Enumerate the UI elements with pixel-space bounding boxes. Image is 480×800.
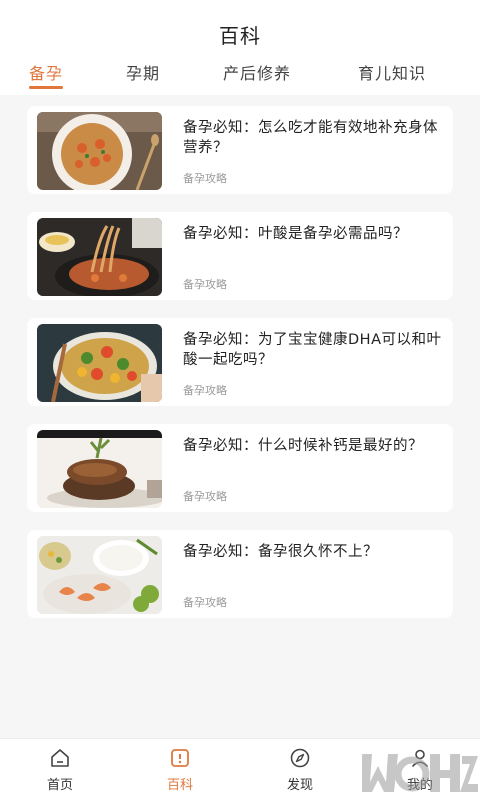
header: 百科 备孕 孕期 产后修养 育儿知识 (0, 0, 480, 95)
nav-home[interactable]: 首页 (20, 747, 100, 793)
tab-parenting[interactable]: 育儿知识 (358, 60, 426, 84)
nav-label: 首页 (46, 778, 73, 793)
article-tag: 备孕攻略 (183, 278, 227, 291)
nav-label: 百科 (166, 778, 193, 793)
nav-encyclopedia[interactable]: 百科 (140, 747, 220, 793)
watermark-logo (362, 754, 478, 792)
nav-discover[interactable]: 发现 (260, 747, 340, 793)
article-tag: 备孕攻略 (183, 490, 227, 503)
article-thumbnail-shrimp-rice (37, 536, 162, 614)
article-list: 备孕必知：怎么吃才能有效地补充身体营养？ 备孕攻略 备孕必知：叶酸是备孕必需品吗… (27, 106, 453, 636)
tab-postpartum[interactable]: 产后修养 (223, 60, 291, 84)
article-card[interactable]: 备孕必知：什么时候补钙是最好的？ 备孕攻略 (27, 424, 453, 512)
tab-label: 孕期 (126, 64, 161, 83)
home-icon (51, 749, 69, 767)
article-card[interactable]: 备孕必知：为了宝宝健康DHA可以和叶酸一起吃吗？ 备孕攻略 (27, 318, 453, 406)
article-card[interactable]: 备孕必知：怎么吃才能有效地补充身体营养？ 备孕攻略 (27, 106, 453, 194)
article-tag: 备孕攻略 (183, 596, 227, 609)
tab-pregnancy[interactable]: 孕期 (126, 60, 160, 84)
article-thumbnail-noodles (37, 218, 162, 296)
book-icon (171, 749, 189, 767)
article-tag: 备孕攻略 (183, 172, 227, 185)
page-title: 百科 (219, 24, 261, 48)
tab-label: 产后修养 (223, 64, 292, 83)
tab-label: 备孕 (29, 64, 64, 83)
nav-label: 发现 (286, 778, 313, 793)
article-title: 备孕必知：备孕很久怀不上？ (183, 544, 378, 560)
article-thumbnail-vegetable-salad (37, 324, 162, 402)
article-title: 备孕必知：什么时候补钙是最好的？ (183, 438, 423, 454)
app: 百科 备孕 孕期 产后修养 育儿知识 备孕必知：怎么吃才能有效地补充身体营养？ … (0, 0, 480, 800)
compass-icon (290, 748, 310, 768)
tab-bar: 备孕 孕期 产后修养 育儿知识 (0, 60, 480, 94)
article-tag: 备孕攻略 (183, 384, 227, 397)
article-card[interactable]: 备孕必知：叶酸是备孕必需品吗？ 备孕攻略 (27, 212, 453, 300)
article-title: 备孕必知：叶酸是备孕必需品吗？ (183, 226, 408, 242)
article-card[interactable]: 备孕必知：备孕很久怀不上？ 备孕攻略 (27, 530, 453, 618)
tab-preparing-pregnancy[interactable]: 备孕 (29, 60, 64, 89)
article-thumbnail-shrimp-pasta (37, 112, 162, 190)
active-tab-indicator (29, 86, 64, 89)
article-title: 备孕必知：怎么吃才能有效地补充身体营养？ (183, 120, 438, 156)
article-title: 备孕必知：为了宝宝健康DHA可以和叶酸一起吃吗？ (183, 332, 442, 368)
article-thumbnail-steak (37, 430, 162, 508)
tab-label: 育儿知识 (358, 64, 427, 83)
